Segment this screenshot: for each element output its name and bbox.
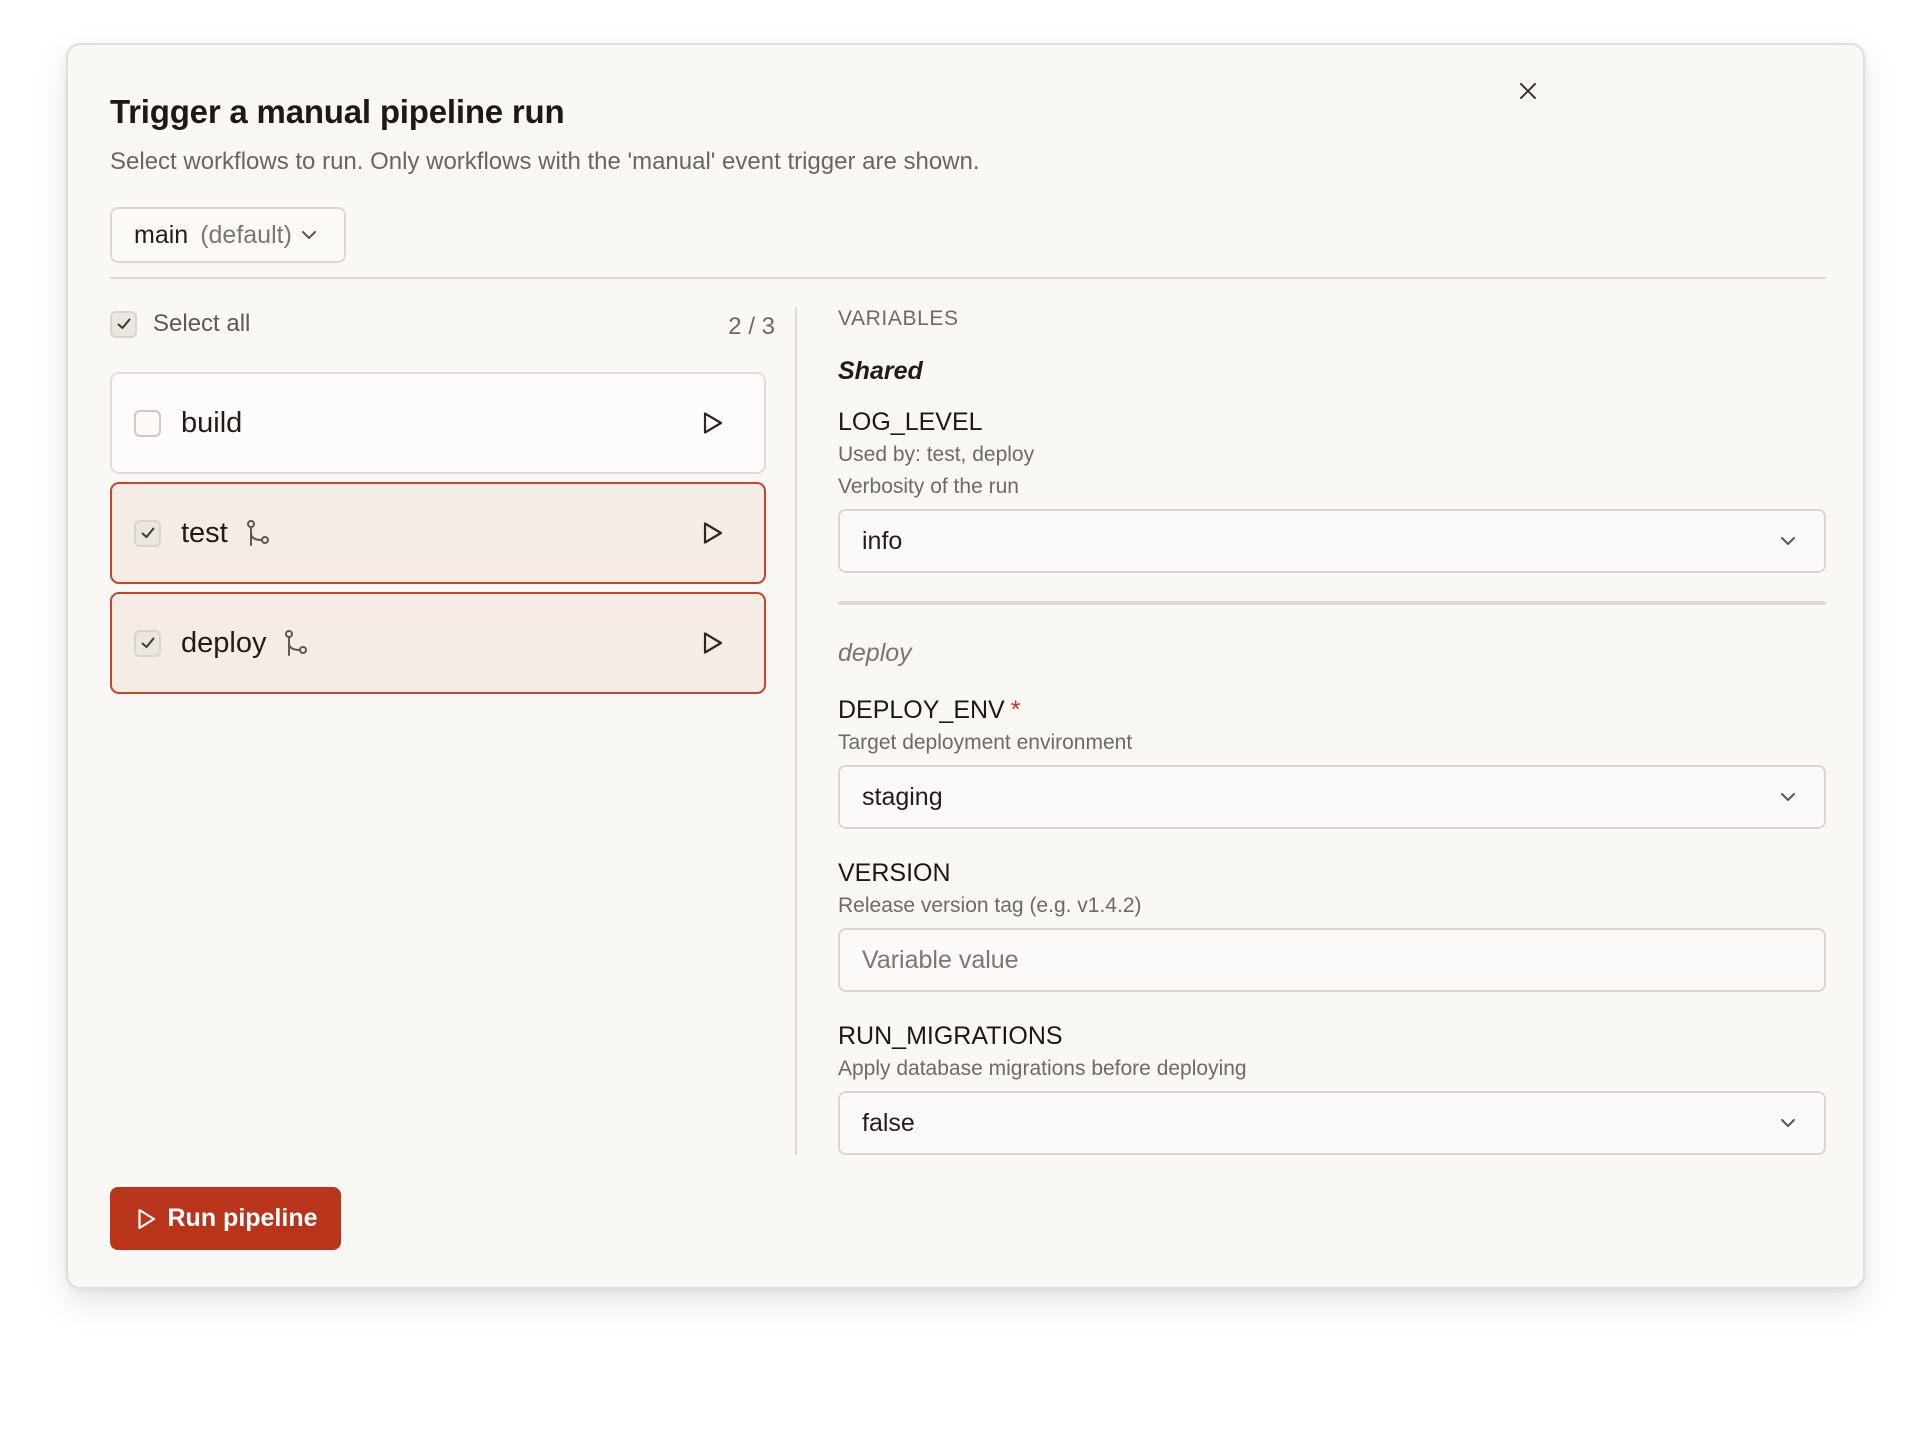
log-level-select[interactable]: info	[838, 509, 1826, 573]
close-icon	[1520, 83, 1536, 99]
var-name: DEPLOY_ENV *	[838, 696, 1021, 724]
var-name: RUN_MIGRATIONS	[838, 1022, 1063, 1050]
chevron-down-icon	[1781, 793, 1795, 801]
workflow-list: build test deploy	[110, 372, 766, 702]
workflow-name: test	[181, 516, 228, 549]
select-all-checkbox[interactable]	[110, 310, 137, 338]
var-description: Release version tag (e.g. v1.4.2)	[838, 894, 1142, 917]
chevron-down-icon	[1781, 537, 1795, 545]
deploy-group-label: deploy	[838, 639, 912, 667]
var-name: LOG_LEVEL	[838, 408, 983, 436]
var-deploy-env: DEPLOY_ENV * Target deployment environmen…	[838, 696, 1826, 829]
check-icon	[117, 318, 130, 329]
check-icon	[141, 527, 154, 538]
deploy-env-select[interactable]: staging	[838, 765, 1826, 829]
var-log-level: LOG_LEVEL Used by: test, deploy Verbosit…	[838, 408, 1826, 573]
required-marker: *	[1010, 696, 1021, 724]
close-button[interactable]	[1510, 73, 1546, 109]
branch-name: main	[134, 220, 189, 249]
play-icon	[703, 522, 723, 544]
workflow-name: deploy	[181, 626, 267, 659]
dialog-title: Trigger a manual pipeline run	[110, 93, 565, 130]
workflow-checkbox[interactable]	[134, 629, 161, 657]
var-description: Verbosity of the run	[838, 475, 1019, 498]
run-migrations-select[interactable]: false	[838, 1091, 1826, 1155]
run-workflow-button[interactable]	[696, 407, 728, 439]
select-value: false	[862, 1108, 915, 1137]
check-icon	[141, 637, 154, 648]
header-divider	[110, 277, 1826, 279]
branch-default-tag: (default)	[200, 220, 292, 249]
var-run-migrations: RUN_MIGRATIONS Apply database migrations…	[838, 1022, 1826, 1155]
play-icon	[703, 412, 723, 434]
workflow-item-deploy[interactable]: deploy	[110, 592, 766, 694]
play-icon	[137, 1208, 155, 1229]
shared-group-label: Shared	[838, 357, 923, 385]
chevron-down-icon	[301, 231, 316, 239]
branch-select[interactable]: main (default)	[110, 207, 346, 263]
var-description: Apply database migrations before deployi…	[838, 1057, 1247, 1080]
select-all-toggle[interactable]: Select all	[110, 310, 250, 338]
git-branch-icon	[244, 519, 272, 547]
group-separator	[838, 601, 1826, 605]
var-name: VERSION	[838, 859, 951, 887]
var-used-by: Used by: test, deploy	[838, 443, 1035, 466]
run-pipeline-button[interactable]: Run pipeline	[110, 1187, 341, 1250]
run-pipeline-label: Run pipeline	[167, 1204, 318, 1232]
pipeline-run-dialog: Trigger a manual pipeline run Select wor…	[66, 43, 1865, 1289]
version-input[interactable]: Variable value	[838, 928, 1826, 992]
git-branch-icon	[282, 629, 310, 657]
workflow-item-test[interactable]: test	[110, 482, 766, 584]
select-all-label: Select all	[153, 310, 251, 337]
var-version: VERSION Release version tag (e.g. v1.4.2…	[838, 859, 1826, 992]
play-icon	[703, 632, 723, 654]
workflow-checkbox[interactable]	[134, 409, 161, 437]
variables-heading: VARIABLES	[838, 307, 959, 330]
var-description: Target deployment environment	[838, 731, 1133, 754]
chevron-down-icon	[1781, 1119, 1795, 1127]
select-value: info	[862, 526, 903, 555]
run-workflow-button[interactable]	[696, 517, 728, 549]
dialog-subtitle: Select workflows to run. Only workflows …	[110, 148, 980, 175]
select-value: staging	[862, 782, 943, 811]
variables-panel: VARIABLES Shared LOG_LEVEL Used by: test…	[838, 307, 1826, 1155]
column-divider	[795, 307, 797, 1155]
selection-count: 2 / 3	[728, 313, 775, 340]
workflow-checkbox[interactable]	[134, 519, 161, 547]
workflow-item-build[interactable]: build	[110, 372, 766, 474]
workflow-name: build	[181, 406, 243, 439]
run-workflow-button[interactable]	[696, 627, 728, 659]
